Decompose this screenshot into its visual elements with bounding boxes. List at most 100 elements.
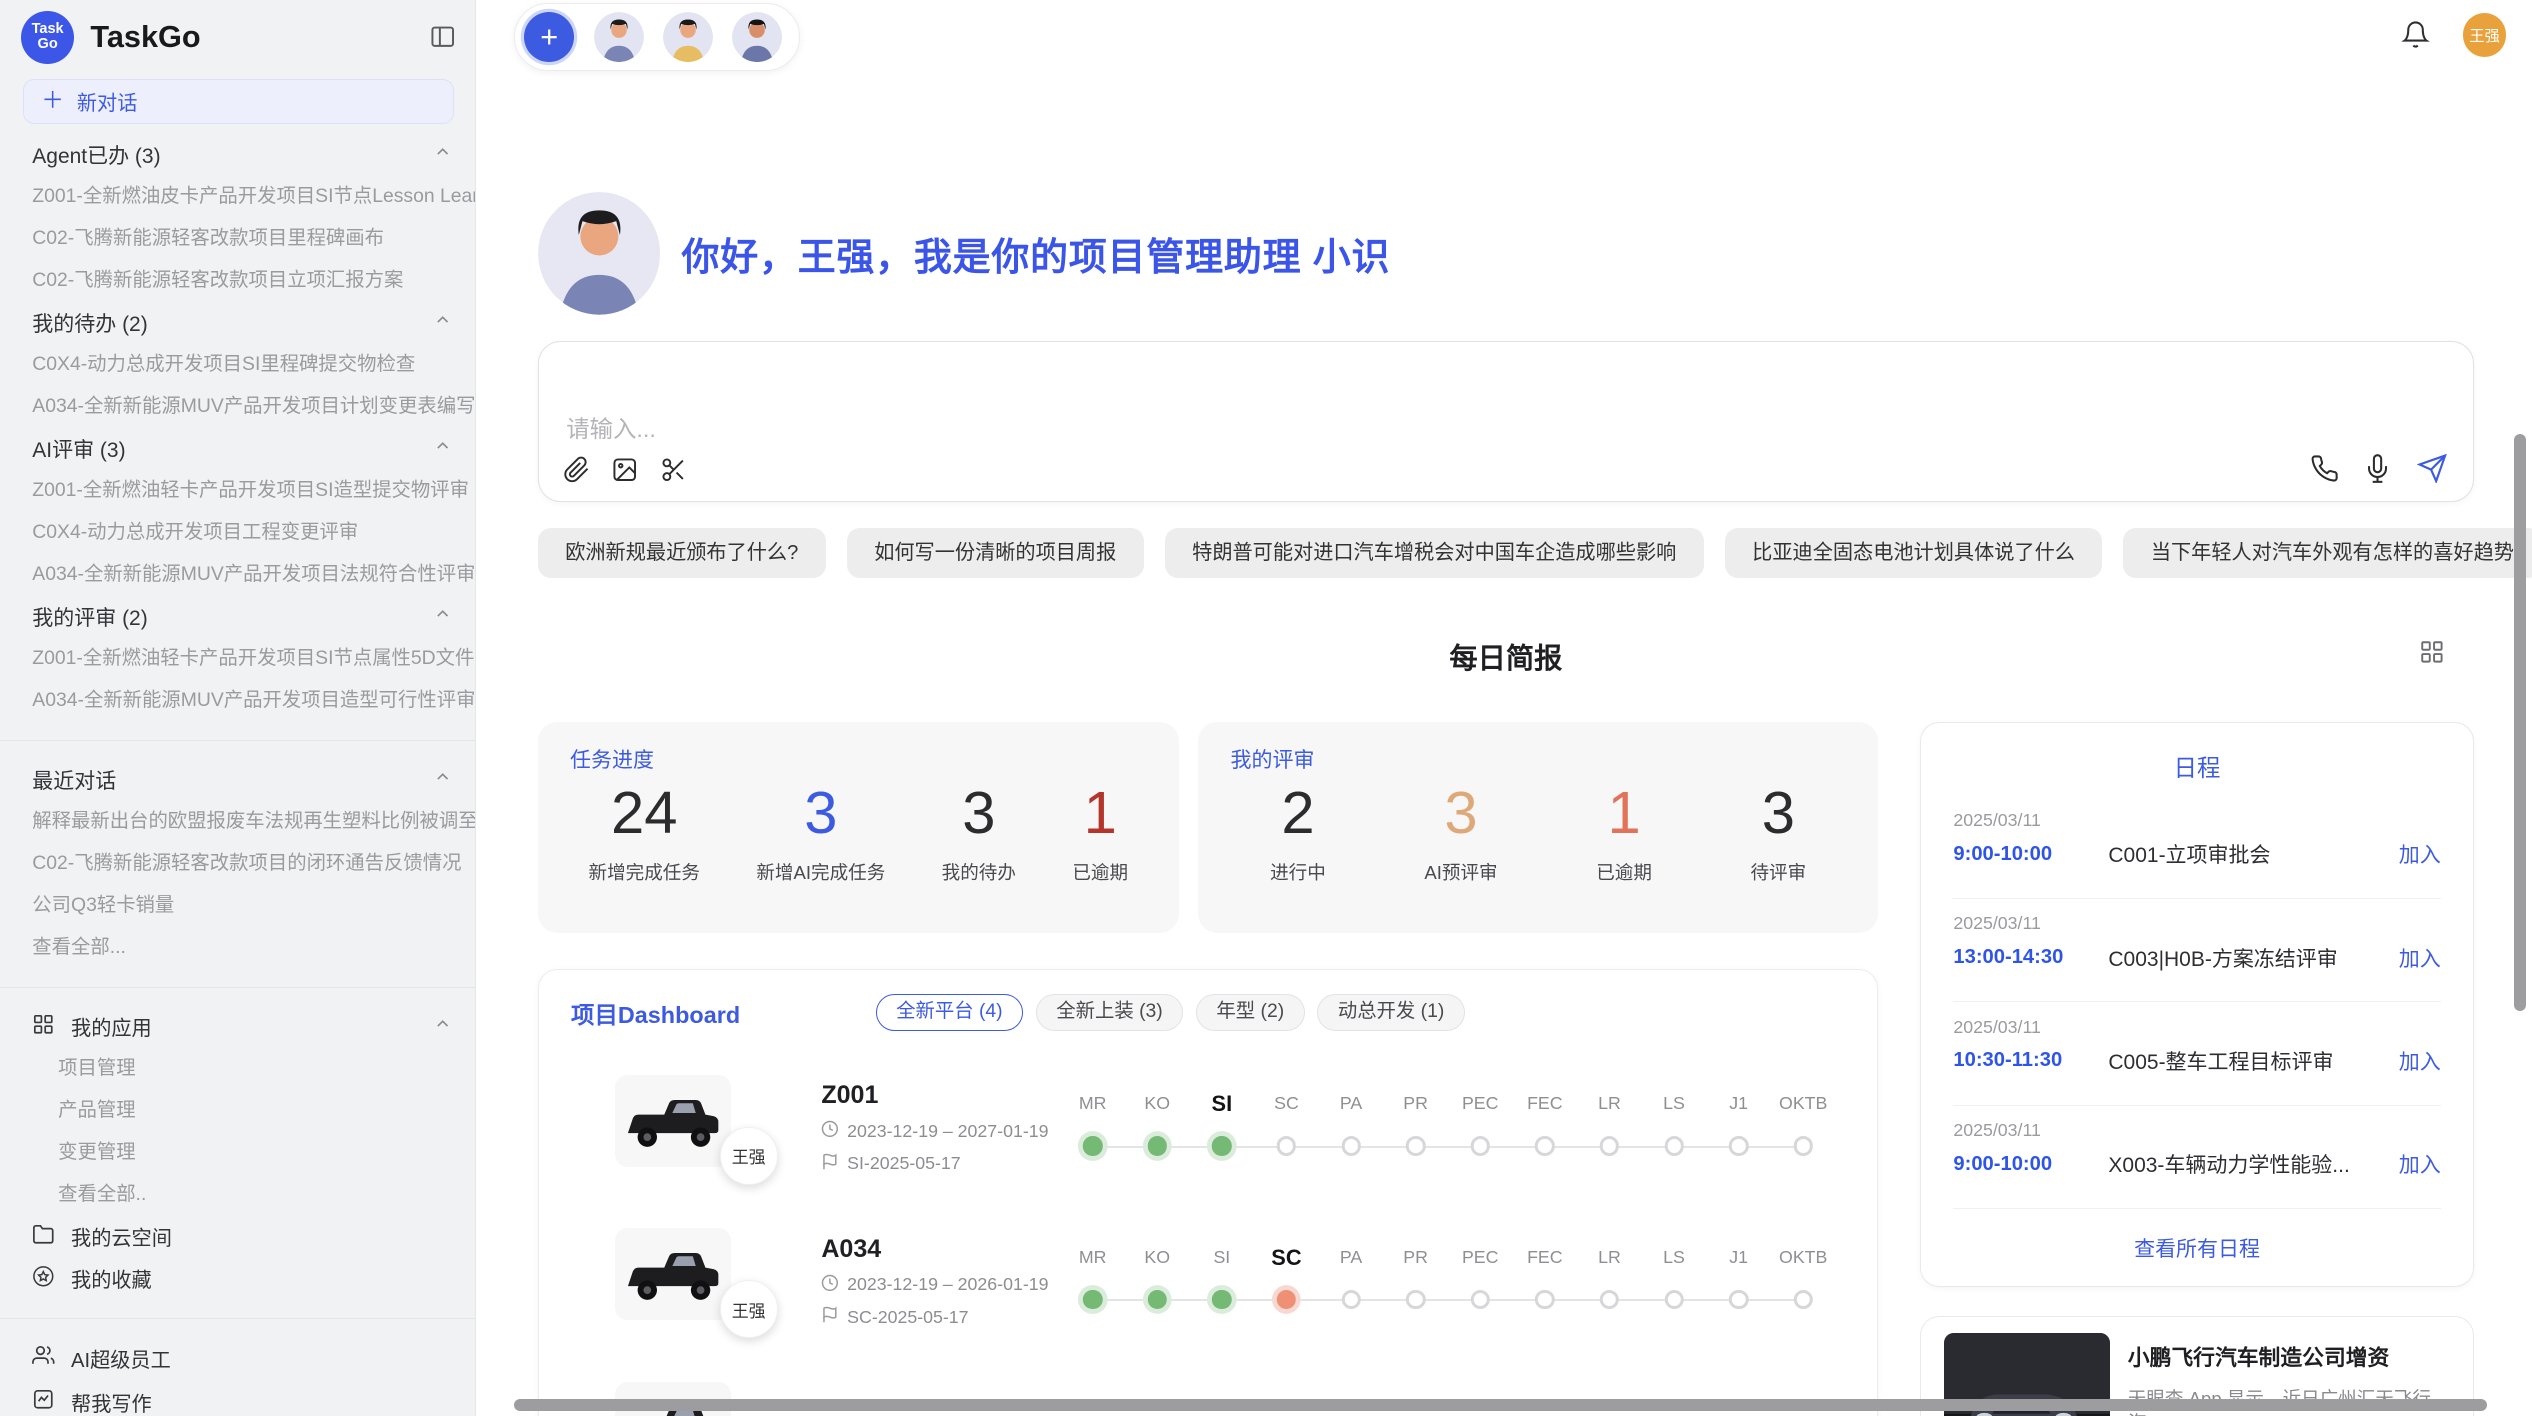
milestone-dot-pending <box>1277 1136 1296 1155</box>
date-range-text: 2023-12-19 – 2026-01-19 <box>847 1274 1048 1295</box>
sidebar-item[interactable]: A034-全新新能源MUV产品开发项目法规符合性评审 <box>0 554 475 596</box>
flag-icon <box>821 1306 839 1329</box>
milestone[interactable]: OKTB <box>1758 1089 1848 1162</box>
suggestion-chip[interactable]: 比亚迪全固态电池计划具体说了什么 <box>1725 528 2103 578</box>
app-window: Task Go TaskGo ＋ 新对话 Agent已办 (3)Z001-全新燃… <box>0 0 2532 1416</box>
sidebar-collapse-icon[interactable] <box>429 23 456 50</box>
layout-grid-icon[interactable] <box>2419 639 2445 672</box>
suggestion-chip[interactable]: 当下年轻人对汽车外观有怎样的喜好趋势 <box>2123 528 2532 578</box>
sidebar-item[interactable]: A034-全新新能源MUV产品开发项目造型可行性评审 <box>0 680 475 722</box>
milestone-dot-done <box>1083 1290 1102 1309</box>
sidebar-item-label: 我的云空间 <box>71 1222 172 1251</box>
stat-card-title: 任务进度 <box>538 722 1179 775</box>
chevron-up-icon <box>433 310 452 335</box>
event-name: C001-立项审批会 <box>2108 839 2398 869</box>
sidebar-item-folder[interactable]: 我的云空间 <box>0 1216 475 1258</box>
scissors-icon[interactable] <box>660 456 687 483</box>
join-link[interactable]: 加入 <box>2399 943 2441 973</box>
sidebar-item[interactable]: C02-飞腾新能源轻客改款项目立项汇报方案 <box>0 260 475 302</box>
sidebar-item[interactable]: A034-全新新能源MUV产品开发项目计划变更表编写 <box>0 386 475 428</box>
milestone-dot-overdue <box>1277 1290 1296 1309</box>
sidebar-divider <box>0 1318 475 1320</box>
app-item[interactable]: 查看全部.. <box>0 1174 475 1216</box>
chevron-up-icon <box>433 142 452 167</box>
sidebar-section-header[interactable]: AI评审 (3) <box>0 428 475 470</box>
project-dashboard-card: 项目Dashboard 全新平台 (4) 全新上装 (3) 年型 (2) 动总开发 (… <box>538 969 1878 1416</box>
app-item[interactable]: 产品管理 <box>0 1090 475 1132</box>
milestone[interactable]: OKTB <box>1758 1243 1848 1316</box>
milestone-dot-done <box>1148 1290 1167 1309</box>
milestone-dot-pending <box>1600 1136 1619 1155</box>
sidebar-item[interactable]: C02-飞腾新能源轻客改款项目里程碑画布 <box>0 218 475 260</box>
sidebar-section-header[interactable]: 我的评审 (2) <box>0 596 475 638</box>
milestone-tag-text: SC-2025-05-17 <box>847 1307 968 1328</box>
vertical-scrollbar[interactable] <box>2514 434 2525 1011</box>
milestone-dot-pending <box>1729 1290 1748 1309</box>
stat-label: AI预评审 <box>1424 858 1497 885</box>
recent-chat-item[interactable]: 解释最新出台的欧盟报废车法规再生塑料比例被调至15%... <box>0 801 475 843</box>
sidebar-section-header[interactable]: 我的待办 (2) <box>0 302 475 344</box>
sidebar-section-header[interactable]: 最近对话 <box>0 759 475 801</box>
join-link[interactable]: 加入 <box>2399 1046 2441 1076</box>
voice-call-icon[interactable] <box>2310 454 2339 483</box>
stat-item: 1已逾期 <box>1596 776 1652 885</box>
project-milestone-tag: SC-2025-05-17 <box>821 1306 1048 1329</box>
suggestion-chip[interactable]: 特朗普可能对进口汽车增税会对中国车企造成哪些影响 <box>1165 528 1704 578</box>
event-time: 10:30-11:30 <box>1953 1049 2108 1072</box>
sidebar-section-header[interactable]: Agent已办 (3) <box>0 134 475 176</box>
new-chat-button[interactable]: ＋ 新对话 <box>23 79 454 124</box>
sidebar-item-label: 我的收藏 <box>71 1264 152 1293</box>
sidebar-item[interactable]: Z001-全新燃油皮卡产品开发项目SI节点Lesson Learn报告 <box>0 176 475 218</box>
send-icon[interactable] <box>2417 453 2448 484</box>
recent-chat-item[interactable]: 查看全部... <box>0 927 475 969</box>
project-code[interactable]: A034 <box>821 1235 1048 1264</box>
horizontal-scrollbar[interactable] <box>514 1399 2487 1412</box>
suggestion-chip[interactable]: 欧洲新规最近颁布了什么? <box>538 528 826 578</box>
sidebar-section-title: AI评审 (3) <box>32 434 125 464</box>
milestone-dot-pending <box>1729 1136 1748 1155</box>
schedule-card: 日程 2025/03/119:00-10:00C001-立项审批会加入2025/… <box>1920 722 2474 1287</box>
microphone-icon[interactable] <box>2363 454 2392 483</box>
dashboard-tab[interactable]: 动总开发 (1) <box>1317 994 1464 1031</box>
project-code[interactable]: Z001 <box>821 1081 1048 1110</box>
stat-label: 待评审 <box>1750 858 1806 885</box>
recent-chat-item[interactable]: 公司Q3轻卡销量 <box>0 885 475 927</box>
dashboard-tab[interactable]: 全新平台 (4) <box>876 994 1023 1031</box>
join-link[interactable]: 加入 <box>2399 839 2441 869</box>
stat-item: 2进行中 <box>1270 776 1326 885</box>
composer[interactable]: 请输入... <box>538 341 2474 502</box>
milestone-label: OKTB <box>1758 1243 1848 1272</box>
sidebar-item[interactable]: C0X4-动力总成开发项目工程变更评审 <box>0 512 475 554</box>
stat-value: 2 <box>1270 776 1326 850</box>
view-all-schedule-link[interactable]: 查看所有日程 <box>1921 1233 2473 1263</box>
project-row: 王强Z0012023-12-19 – 2027-01-19SI-2025-05-… <box>539 1064 1877 1217</box>
join-link[interactable]: 加入 <box>2399 1149 2441 1179</box>
event-name: X003-车辆动力学性能验... <box>2108 1149 2398 1179</box>
app-item[interactable]: 变更管理 <box>0 1132 475 1174</box>
sidebar-item[interactable]: Z001-全新燃油轻卡产品开发项目SI造型提交物评审 <box>0 470 475 512</box>
sidebar-tool-users[interactable]: AI超级员工 <box>0 1337 475 1381</box>
attachment-icon[interactable] <box>563 456 590 483</box>
recent-chat-item[interactable]: C02-飞腾新能源轻客改款项目的闭环通告反馈情况 <box>0 843 475 885</box>
app-item[interactable]: 项目管理 <box>0 1048 475 1090</box>
dashboard-tab[interactable]: 年型 (2) <box>1196 994 1305 1031</box>
main-area: + 王强 你好，王强，我是你的项目管理助理 小识 请输入... <box>476 0 2532 1416</box>
date-range-text: 2023-12-19 – 2027-01-19 <box>847 1121 1048 1142</box>
sidebar-item-star[interactable]: 我的收藏 <box>0 1258 475 1300</box>
my-review-card: 我的评审2进行中3AI预评审1已逾期3待评审 <box>1198 722 1878 934</box>
project-car-image <box>615 1075 731 1167</box>
stat-value: 3 <box>756 776 885 850</box>
image-upload-icon[interactable] <box>611 456 638 483</box>
sidebar-item[interactable]: Z001-全新燃油轻卡产品开发项目SI节点属性5D文件评审 <box>0 638 475 680</box>
dashboard-title: 项目Dashboard <box>571 996 740 1030</box>
project-date-range: 2023-12-19 – 2026-01-19 <box>821 1274 1048 1297</box>
sidebar: Task Go TaskGo ＋ 新对话 Agent已办 (3)Z001-全新燃… <box>0 0 476 1416</box>
dashboard-tab[interactable]: 全新上装 (3) <box>1036 994 1183 1031</box>
sidebar-item-my-apps[interactable]: 我的应用 <box>0 1006 475 1048</box>
task-progress-card: 任务进度24新增完成任务3新增AI完成任务3我的待办1已逾期 <box>538 722 1179 934</box>
stat-label: 新增AI完成任务 <box>756 858 885 885</box>
sidebar-item[interactable]: C0X4-动力总成开发项目SI里程碑提交物检查 <box>0 344 475 386</box>
stat-item: 24新增完成任务 <box>589 776 700 885</box>
sidebar-tool-write[interactable]: 帮我写作 <box>0 1381 475 1416</box>
suggestion-chip[interactable]: 如何写一份清晰的项目周报 <box>847 528 1144 578</box>
